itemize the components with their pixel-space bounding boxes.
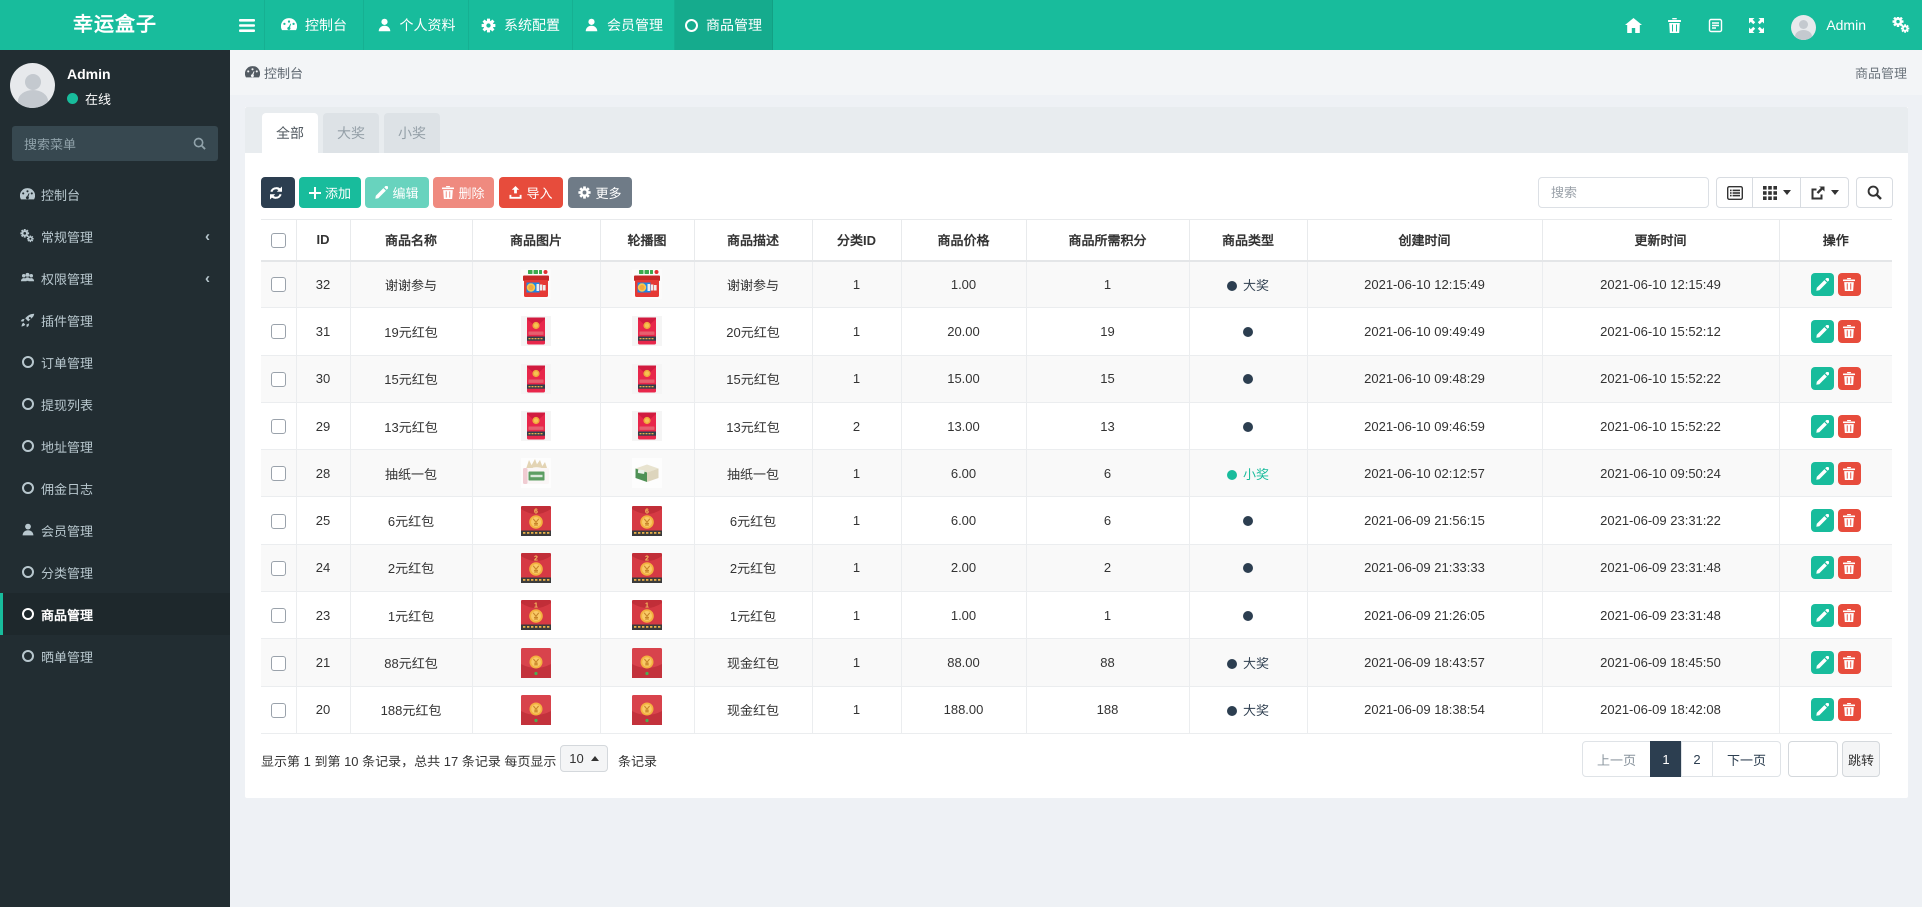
svg-text:2: 2: [645, 556, 649, 563]
svg-text:1: 1: [534, 603, 538, 610]
svg-text:6: 6: [534, 508, 538, 515]
svg-text:6: 6: [645, 508, 649, 515]
svg-text:1: 1: [645, 603, 649, 610]
svg-text:2: 2: [534, 556, 538, 563]
